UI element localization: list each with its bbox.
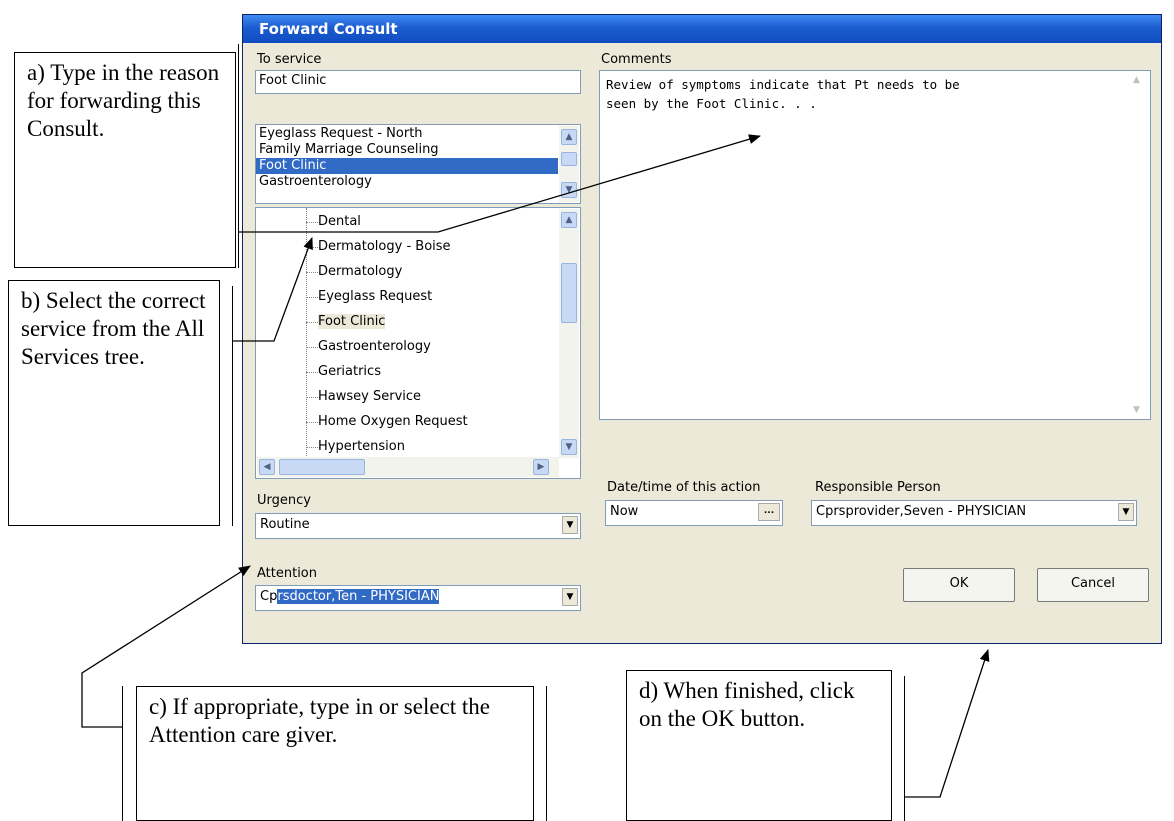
arrow-c xyxy=(81,565,251,728)
callout-arrows xyxy=(81,134,990,798)
arrow-d xyxy=(904,649,990,798)
arrow-a xyxy=(238,134,761,233)
arrow-b xyxy=(232,237,313,342)
